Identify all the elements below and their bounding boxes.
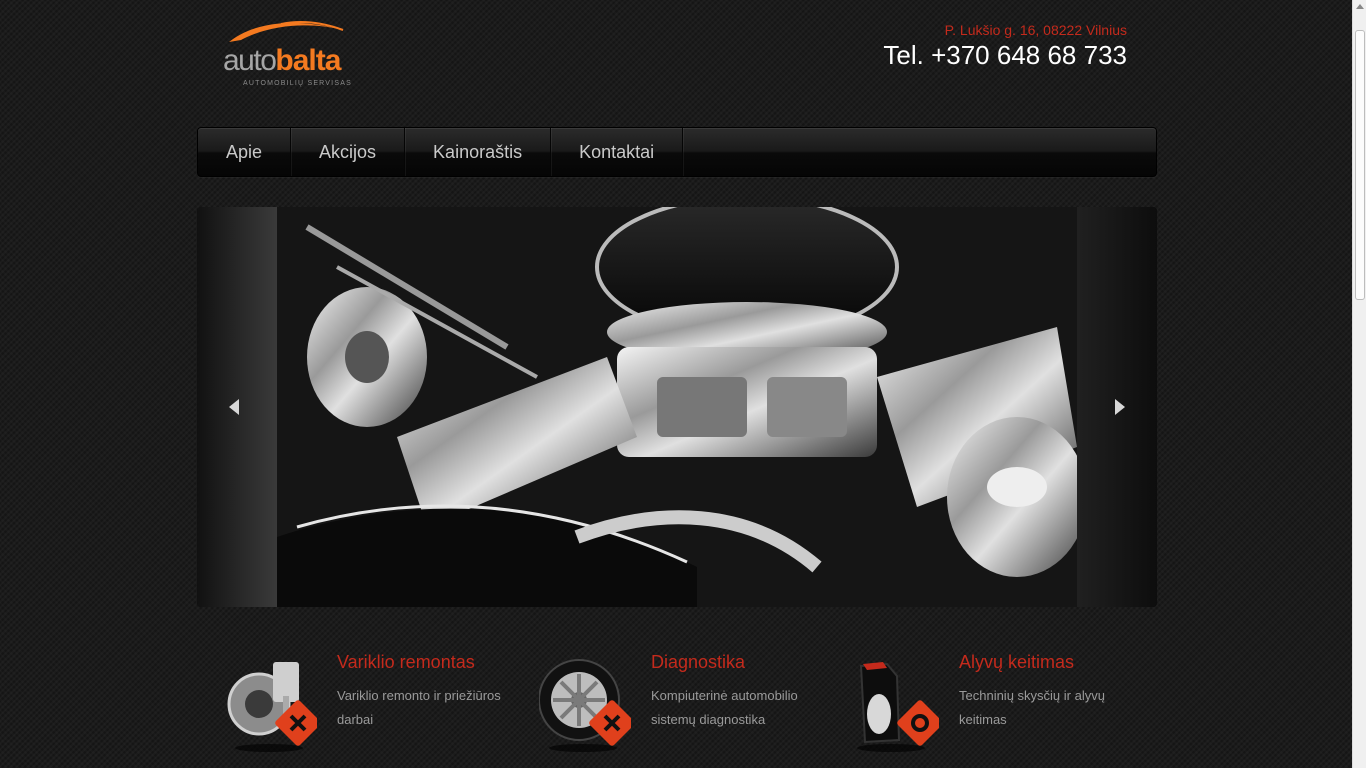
service-variklio-remontas[interactable]: Variklio remontas Variklio remonto ir pr… [197, 650, 501, 768]
main-nav: Apie Akcijos Kainoraštis Kontaktai [197, 127, 1157, 177]
logo-tagline: AUTOMOBILIŲ SERVISAS [243, 80, 352, 87]
nav-item-kainorastis[interactable]: Kainoraštis [405, 128, 552, 176]
service-title: Variklio remontas [337, 652, 475, 672]
service-diagnostika[interactable]: Diagnostika Kompiuterinė automobilio sis… [511, 650, 811, 768]
address-text: P. Lukšio g. 16, 08222 Vilnius [944, 22, 1127, 38]
oil-can-icon [857, 662, 939, 752]
nav-item-apie[interactable]: Apie [198, 128, 292, 176]
nav-item-kontaktai[interactable]: Kontaktai [551, 128, 684, 176]
service-alyvu-keitimas[interactable]: Alyvų keitimas Techninių skysčių ir alyv… [819, 650, 1119, 768]
contact-info: P. Lukšio g. 16, 08222 Vilnius Tel. +370… [883, 20, 1127, 70]
service-description: Kompiuterinė automobilio sistemų diagnos… [651, 688, 798, 727]
slide-image [277, 207, 1087, 607]
wheel-icon [539, 659, 631, 752]
nav-item-akcijos[interactable]: Akcijos [291, 128, 406, 176]
site-logo[interactable]: autobalta AUTOMOBILIŲ SERVISAS [221, 18, 361, 94]
logo-brand-bold: balta [275, 44, 341, 77]
vertical-scrollbar[interactable] [1352, 0, 1366, 768]
arrow-right-icon[interactable] [1109, 397, 1129, 417]
engine-gear-icon [227, 662, 317, 752]
logo-brand-light: auto [223, 44, 277, 77]
services-section: Variklio remontas Variklio remonto ir pr… [197, 650, 1157, 768]
service-description: Techninių skysčių ir alyvų keitimas [959, 688, 1105, 727]
arrow-left-icon[interactable] [225, 397, 245, 417]
scroll-up-icon[interactable] [1356, 4, 1364, 9]
service-title: Alyvų keitimas [959, 652, 1075, 672]
phone-number[interactable]: Tel. +370 648 68 733 [883, 40, 1127, 70]
service-description: Variklio remonto ir priežiūros darbai [337, 688, 501, 727]
page-container: autobalta AUTOMOBILIŲ SERVISAS P. Lukšio… [197, 0, 1157, 768]
scroll-thumb[interactable] [1355, 30, 1365, 300]
engine-photo [277, 207, 1087, 607]
image-slider [197, 207, 1157, 607]
logo-wordmark: autobalta [223, 44, 341, 78]
service-title: Diagnostika [651, 652, 746, 672]
